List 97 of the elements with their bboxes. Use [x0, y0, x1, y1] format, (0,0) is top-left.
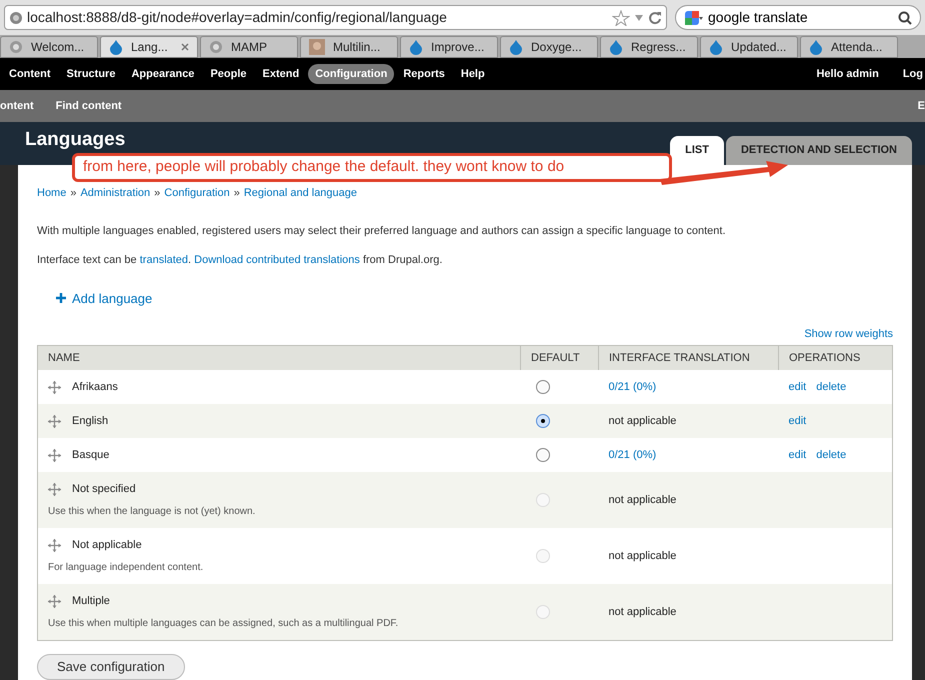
drop-icon [809, 39, 823, 55]
tab-label: Regress... [631, 39, 687, 56]
row-weights-link[interactable]: Show row weights [804, 326, 893, 342]
tab-label: Improve... [431, 39, 486, 56]
browser-tab[interactable]: Regress... [600, 36, 698, 58]
save-button[interactable]: Save configuration [37, 654, 185, 680]
operation-link[interactable]: edit [788, 412, 806, 430]
language-description: Use this when multiple languages can be assigned, such as a multilingual PDF. [48, 616, 398, 630]
page-tab[interactable]: DETECTION AND SELECTION [726, 136, 912, 165]
operation-link[interactable]: edit [788, 378, 806, 396]
language-name: Multiple [72, 594, 110, 609]
default-radio[interactable] [536, 414, 550, 428]
reload-icon [648, 10, 662, 24]
drop-icon [509, 39, 523, 55]
drag-handle-icon [48, 448, 61, 462]
translation-status: not applicable [608, 550, 676, 562]
thumbnail-icon [309, 39, 325, 55]
tab-label: MAMP [231, 39, 268, 56]
translation-status: not applicable [608, 494, 676, 506]
drag-handle-icon [48, 594, 61, 608]
add-language-link[interactable]: Add language [56, 288, 152, 308]
tab-label: Welcom... [31, 39, 86, 56]
language-name: Afrikaans [72, 380, 118, 395]
drag-handle-icon [48, 539, 61, 552]
language-name: Not applicable [72, 538, 142, 554]
text-link[interactable]: translated [140, 254, 188, 266]
toolbar-link[interactable]: Configuration [308, 64, 394, 84]
browser-tab[interactable]: Improve... [400, 36, 498, 58]
language-name: Not specified [72, 482, 136, 498]
drop-icon [409, 39, 423, 55]
operation-link[interactable]: delete [816, 378, 846, 396]
language-description: For language independent content. [48, 560, 204, 575]
search-icon [898, 10, 912, 24]
toolbar-link[interactable]: Reports [396, 64, 452, 84]
breadcrumb-separator: » [70, 186, 76, 201]
browser-tab[interactable]: MAMP [200, 36, 298, 58]
annotation-text: from here, people will probably change the default. they wont know to do [83, 157, 564, 178]
shortcut-link[interactable]: ontent [0, 98, 34, 114]
toolbar-link[interactable]: Help [454, 64, 492, 84]
toolbar-link[interactable]: People [203, 64, 254, 84]
default-radio[interactable] [536, 380, 550, 394]
breadcrumb-separator: » [234, 186, 240, 201]
browser-tab[interactable]: Updated... [700, 36, 798, 58]
page-title: Languages [25, 128, 126, 152]
breadcrumb-link[interactable]: Home [37, 185, 66, 202]
operation-link[interactable]: delete [816, 446, 846, 464]
language-name: Basque [72, 448, 110, 463]
drop-icon [109, 39, 123, 55]
language-name: English [72, 414, 108, 429]
toolbar-link[interactable]: Content [2, 64, 58, 84]
translation-link[interactable]: 0/21 (0%) [608, 448, 656, 461]
translation-link[interactable]: 0/21 (0%) [608, 380, 656, 393]
edit-shortcuts-link[interactable]: E [918, 98, 925, 114]
breadcrumb-link[interactable]: Administration [80, 185, 150, 202]
translation-status: not applicable [608, 606, 676, 618]
caret-icon [634, 14, 644, 22]
close-icon [181, 43, 189, 51]
toolbar-link[interactable]: Structure [60, 64, 122, 84]
globe-icon [9, 10, 23, 24]
drop-icon [609, 39, 623, 55]
logout-link[interactable]: Log [902, 66, 923, 82]
translation-status: not applicable [608, 414, 676, 427]
breadcrumb-separator: » [154, 186, 160, 201]
tab-label: Doxyge... [531, 39, 583, 56]
tab-label: Attenda... [831, 39, 884, 56]
toolbar-link[interactable]: Extend [256, 64, 306, 84]
default-radio[interactable] [536, 448, 550, 462]
plus-icon [56, 293, 66, 304]
page-icon [209, 40, 223, 54]
page-tab[interactable]: LIST [670, 136, 724, 165]
breadcrumb-link[interactable]: Configuration [164, 185, 230, 202]
tab-label: Updated... [731, 39, 788, 56]
help-text: Interface text can be translated. Download contributed translations from Drupal.org. [37, 253, 444, 268]
google-icon [684, 10, 704, 26]
browser-tab[interactable]: Doxyge... [500, 36, 598, 58]
text-link[interactable]: Download contributed translations [194, 254, 360, 266]
tab-label: Lang... [131, 39, 169, 56]
operation-link[interactable]: edit [788, 446, 806, 464]
star-icon [612, 10, 630, 26]
language-description: Use this when the language is not (yet) known. [48, 504, 256, 519]
browser-tab[interactable]: Multilin... [300, 36, 398, 58]
drag-handle-icon [48, 483, 61, 496]
user-greeting: Hello admin [816, 66, 879, 82]
breadcrumb-link[interactable]: Regional and language [244, 185, 358, 202]
search-field[interactable]: google translate [675, 5, 921, 30]
shortcut-link[interactable]: Find content [56, 98, 122, 114]
drag-handle-icon [48, 414, 61, 428]
drag-handle-icon [48, 380, 61, 394]
page-icon [9, 40, 23, 54]
tab-label: Multilin... [333, 39, 382, 56]
intro-text: With multiple languages enabled, registered users may select their preferred language and authors can assign a specific language to content. [37, 224, 727, 238]
toolbar-link[interactable]: Appearance [124, 64, 202, 84]
browser-tab[interactable]: Welcom... [0, 36, 98, 58]
drop-icon [709, 39, 723, 55]
address-field[interactable]: localhost:8888/d8-git/node#overlay=admin/config/regional/language [4, 5, 667, 30]
browser-tab[interactable]: Attenda... [800, 36, 898, 58]
browser-tab[interactable]: Lang... [100, 36, 198, 58]
